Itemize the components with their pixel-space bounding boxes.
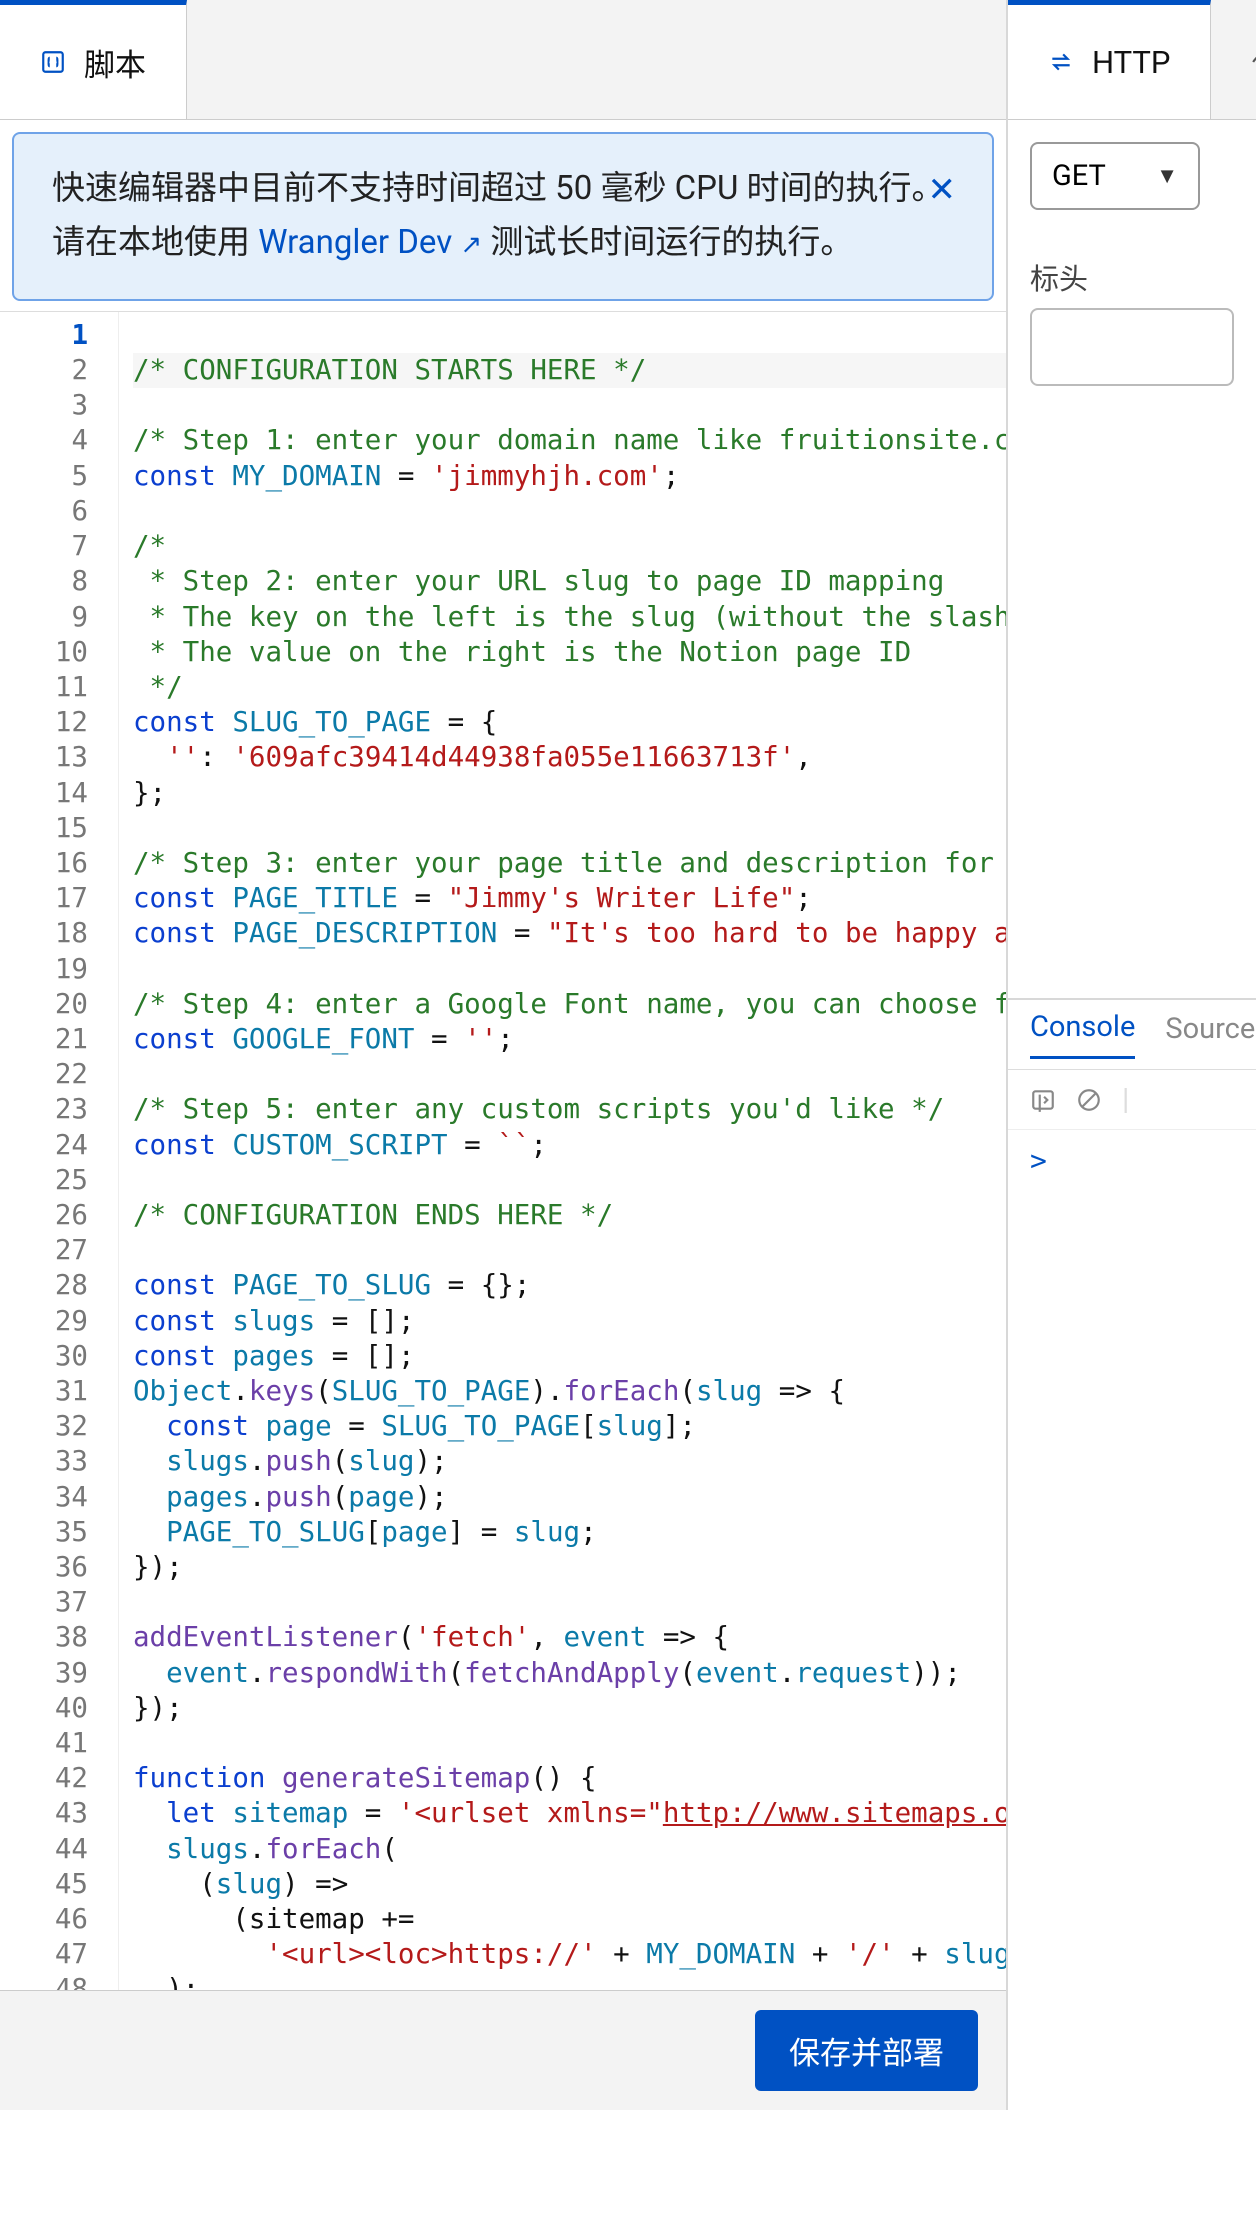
tab-http-label: HTTP xyxy=(1092,44,1170,81)
line-gutter: 1234567891011121314151617181920212223242… xyxy=(0,312,118,1990)
close-icon[interactable]: ✕ xyxy=(928,162,957,218)
eye-icon xyxy=(1251,49,1256,75)
braces-icon xyxy=(40,49,66,75)
devtools-tabs: Console Source xyxy=(1008,1000,1256,1070)
tab-other[interactable] xyxy=(1211,0,1256,119)
toggle-sidebar-icon[interactable] xyxy=(1030,1087,1056,1113)
headers-label: 标头 xyxy=(1008,210,1256,308)
console-tab[interactable]: Console xyxy=(1030,1010,1135,1059)
http-method-select[interactable]: GET ▼ xyxy=(1030,142,1200,210)
swap-icon xyxy=(1048,49,1074,75)
notice-line2-prefix: 请在本地使用 xyxy=(52,223,258,262)
save-deploy-button[interactable]: 保存并部署 xyxy=(755,2010,978,2091)
sources-tab[interactable]: Source xyxy=(1165,1012,1255,1058)
notice-line1: 快速编辑器中目前不支持时间超过 50 毫秒 CPU 时间的执行。 xyxy=(52,169,945,208)
devtools-panel: Console Source | > xyxy=(1008,998,1256,2110)
code-content[interactable]: /* CONFIGURATION STARTS HERE */ /* Step … xyxy=(118,312,1006,1990)
left-tabbar: 脚本 xyxy=(0,0,1006,120)
notice-line2-suffix: 测试长时间运行的执行。 xyxy=(482,223,853,262)
console-prompt: > xyxy=(1030,1144,1047,1177)
cpu-limit-notice: 快速编辑器中目前不支持时间超过 50 毫秒 CPU 时间的执行。 ✕ 请在本地使… xyxy=(12,132,994,301)
tab-script-label: 脚本 xyxy=(84,40,146,85)
chevron-down-icon: ▼ xyxy=(1156,163,1178,189)
http-method-value: GET xyxy=(1052,159,1106,193)
console-toolbar: | xyxy=(1008,1070,1256,1130)
console-body[interactable]: > xyxy=(1008,1130,1256,2110)
tab-script[interactable]: 脚本 xyxy=(0,0,187,119)
code-editor[interactable]: 1234567891011121314151617181920212223242… xyxy=(0,311,1006,1990)
clear-console-icon[interactable] xyxy=(1076,1087,1102,1113)
headers-input[interactable] xyxy=(1030,308,1234,386)
external-link-icon: ↗ xyxy=(460,230,482,260)
tab-http[interactable]: HTTP xyxy=(1008,0,1211,119)
wrangler-dev-link[interactable]: Wrangler Dev ↗ xyxy=(258,223,482,262)
bottom-bar: 保存并部署 xyxy=(0,1990,1006,2110)
method-row: GET ▼ xyxy=(1008,120,1256,210)
right-tabbar: HTTP xyxy=(1008,0,1256,120)
